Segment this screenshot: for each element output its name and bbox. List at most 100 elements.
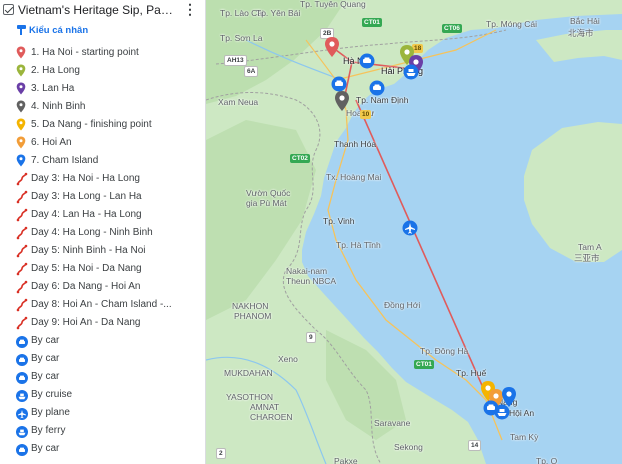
map-canvas[interactable]: Tp. Lào Cai Tp. Yên Bái Tp. Tuyên Quang … (206, 0, 622, 464)
map-label: Pakxe (334, 456, 358, 464)
map-label: Vườn Quốc (246, 188, 291, 198)
layer-visibility-checkbox[interactable] (3, 4, 14, 15)
ship-icon (16, 388, 28, 402)
map-label: Xeno (278, 354, 298, 364)
layer-item-label: By cruise (31, 389, 73, 400)
map-label: Tp. Q (536, 456, 558, 464)
layer-header: Vietnam's Heritage Sip, Paddle, D... ⋮ (0, 0, 205, 22)
map-label: Tam A (578, 242, 602, 252)
layer-item[interactable]: Day 6: Da Nang - Hoi An (0, 278, 205, 296)
layer-item[interactable]: By plane (0, 404, 205, 422)
layer-item-label: Day 6: Da Nang - Hoi An (31, 281, 141, 292)
map-label: Tp. Hà Tĩnh (336, 240, 381, 250)
layer-item-label: By ferry (31, 425, 66, 436)
map-label: Tp. Vinh (323, 216, 355, 226)
map-label: Xam Neua (218, 97, 259, 107)
map-label: Tp. Móng Cái (486, 19, 538, 29)
map-label: CHAROEN (250, 412, 293, 422)
layer-item-label: Day 5: Ninh Binh - Ha Noi (31, 245, 146, 256)
car-marker[interactable] (369, 80, 385, 96)
layer-item[interactable]: By car (0, 368, 205, 386)
layer-item-label: 6. Hoi An (31, 137, 72, 148)
layer-item[interactable]: Day 3: Ha Noi - Ha Long (0, 170, 205, 188)
ferry-marker[interactable] (494, 404, 510, 420)
layers-panel: Vietnam's Heritage Sip, Paddle, D... ⋮ K… (0, 0, 206, 464)
layer-item-label: Day 5: Ha Noi - Da Nang (31, 263, 142, 274)
road-shield: 10 (360, 110, 372, 119)
route-line-icon (16, 298, 28, 312)
map-label: Hội An (509, 408, 535, 418)
route-line-icon (16, 172, 28, 186)
route-line-icon (16, 190, 28, 204)
layer-item[interactable]: Day 9: Hoi An - Da Nang (0, 314, 205, 332)
car-marker[interactable] (331, 76, 347, 92)
map-pin-icon (16, 118, 28, 132)
paint-brush-icon (17, 25, 26, 35)
layer-title[interactable]: Vietnam's Heritage Sip, Paddle, D... (18, 3, 178, 17)
map-label: Tp. Tuyên Quang (300, 0, 366, 9)
layer-item[interactable]: 6. Hoi An (0, 134, 205, 152)
layer-item-label: Day 3: Ha Long - Lan Ha (31, 191, 142, 202)
layer-item-label: 7. Cham Island (31, 155, 99, 166)
hanoi-pin-marker[interactable] (324, 36, 340, 58)
car-icon (16, 370, 28, 384)
layer-item-label: By plane (31, 407, 70, 418)
cruise-marker[interactable] (403, 64, 419, 80)
layer-item[interactable]: By cruise (0, 386, 205, 404)
map-label: NAKHON (232, 301, 269, 311)
map-pin-icon (16, 154, 28, 168)
layer-item-label: By car (31, 353, 60, 364)
ship-icon (16, 424, 28, 438)
map-label: AMNAT (250, 402, 280, 412)
map-pin-icon (16, 100, 28, 114)
map-pin-icon (16, 136, 28, 150)
route-line-icon (16, 226, 28, 240)
map-label: Sekong (394, 442, 423, 452)
layer-item[interactable]: Day 3: Ha Long - Lan Ha (0, 188, 205, 206)
ninhbinh-pin-marker[interactable] (334, 90, 350, 112)
route-line-icon (16, 208, 28, 222)
layer-item[interactable]: 5. Da Nang - finishing point (0, 116, 205, 134)
layer-item[interactable]: Day 4: Ha Long - Ninh Binh (0, 224, 205, 242)
more-options-icon[interactable]: ⋮ (183, 2, 197, 18)
layer-item[interactable]: Day 8: Hoi An - Cham Island -... (0, 296, 205, 314)
layer-item-label: Day 3: Ha Noi - Ha Long (31, 173, 140, 184)
map-label: Bắc Hải (570, 16, 600, 26)
car-marker[interactable] (359, 53, 375, 69)
layer-item[interactable]: By car (0, 350, 205, 368)
layer-item-label: Day 4: Lan Ha - Ha Long (31, 209, 142, 220)
route-line-icon (16, 316, 28, 330)
route-line-icon (16, 262, 28, 276)
map-label: Tam Kỳ (510, 432, 539, 442)
layer-item[interactable]: By car (0, 332, 205, 350)
map-label: Tp. Sơn La (220, 33, 263, 43)
layer-item-label: 3. Lan Ha (31, 83, 75, 94)
layer-item[interactable]: Day 5: Ha Noi - Da Nang (0, 260, 205, 278)
layer-item[interactable]: 1. Ha Noi - starting point (0, 44, 205, 62)
layer-item-label: 4. Ninh Binh (31, 101, 86, 112)
map-label: PHANOM (234, 311, 272, 321)
map-label: 北海市 (568, 28, 594, 38)
layer-item[interactable]: 2. Ha Long (0, 62, 205, 80)
layer-item[interactable]: Day 5: Ninh Binh - Ha Noi (0, 242, 205, 260)
personal-style-link[interactable]: Kiểu cá nhân (17, 23, 88, 37)
layer-item-label: 5. Da Nang - finishing point (31, 119, 152, 130)
road-shield: CT02 (290, 154, 310, 163)
layer-item-label: By car (31, 443, 60, 454)
map-label: YASOTHON (226, 392, 274, 402)
layer-item[interactable]: By ferry (0, 422, 205, 440)
map-pin-icon (16, 82, 28, 96)
layer-item[interactable]: By car (0, 440, 205, 458)
car-icon (16, 334, 28, 348)
layer-item[interactable]: 4. Ninh Binh (0, 98, 205, 116)
layer-item[interactable]: Day 4: Lan Ha - Ha Long (0, 206, 205, 224)
layer-item[interactable]: 3. Lan Ha (0, 80, 205, 98)
road-shield: 6A (244, 66, 259, 77)
layer-item-label: 2. Ha Long (31, 65, 80, 76)
plane-marker[interactable] (402, 220, 418, 236)
personal-style-label: Kiểu cá nhân (29, 24, 89, 36)
layer-item[interactable]: 7. Cham Island (0, 152, 205, 170)
map-pin-icon (16, 64, 28, 78)
map-label: Saravane (374, 418, 411, 428)
map-label: 三亚市 (574, 253, 600, 263)
